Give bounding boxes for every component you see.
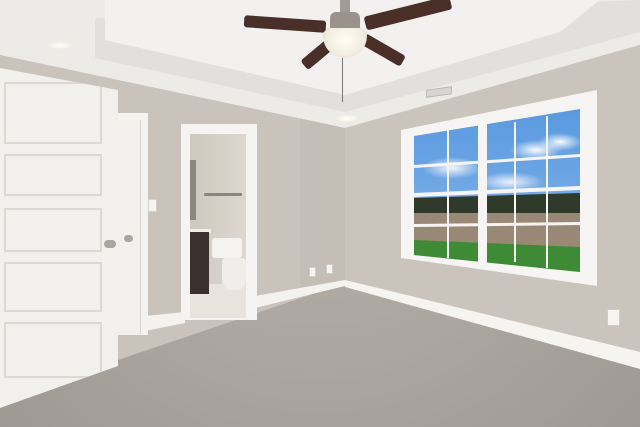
bathroom-mirror <box>190 160 196 220</box>
outlet-icon <box>607 309 620 326</box>
recessed-light-left <box>49 42 71 49</box>
door-panel <box>4 82 102 144</box>
bedroom-door[interactable] <box>0 68 118 408</box>
toilet-bowl <box>222 258 246 290</box>
outlet-icon <box>326 264 333 274</box>
vanity-cabinet <box>190 232 209 294</box>
door-panel <box>4 208 102 252</box>
bedroom-photo <box>0 0 640 427</box>
closet-door-handle-icon[interactable] <box>124 235 133 242</box>
recessed-light-center <box>336 115 358 122</box>
towel-bar <box>204 193 242 196</box>
light-switch-icon[interactable] <box>148 199 157 212</box>
window-muntin <box>546 116 548 268</box>
door-panel <box>4 322 102 378</box>
fan-pull-chain[interactable] <box>342 58 343 102</box>
toilet-tank <box>212 238 242 258</box>
door-panel <box>4 154 102 196</box>
door-handle-icon[interactable] <box>104 240 116 248</box>
outlet-icon <box>309 267 316 277</box>
door-panel <box>4 262 102 312</box>
closet-door[interactable] <box>118 120 141 334</box>
